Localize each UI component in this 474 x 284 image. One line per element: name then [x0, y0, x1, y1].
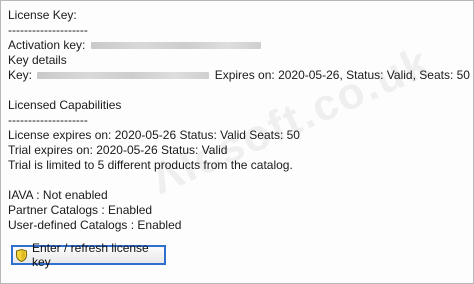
- license-key-heading: License Key:: [8, 8, 77, 22]
- license-info-panel: ΛΙcsoft.co.uk License Key: -------------…: [0, 0, 474, 284]
- enter-refresh-license-key-label: Enter / refresh license key: [32, 241, 149, 269]
- key-details-text: Expires on: 2020-05-26, Status: Valid, S…: [214, 68, 470, 82]
- licensed-capabilities-heading: Licensed Capabilities: [8, 98, 122, 112]
- separator: --------------------: [8, 113, 88, 127]
- separator: --------------------: [8, 23, 88, 37]
- activation-key-row: Activation key:: [8, 38, 263, 53]
- key-row: Key: Expires on: 2020-05-26, Status: Val…: [8, 68, 470, 83]
- key-label: Key:: [8, 68, 33, 82]
- activation-key-label: Activation key:: [8, 38, 86, 52]
- watermark: ΛΙcsoft.co.uk: [143, 37, 438, 204]
- trial-limit-text: Trial is limited to 5 different products…: [8, 158, 293, 172]
- license-expires-text: License expires on: 2020-05-26 Status: V…: [8, 128, 300, 142]
- key-value-redacted: [37, 72, 210, 80]
- trial-expires-text: Trial expires on: 2020-05-26 Status: Val…: [8, 143, 228, 157]
- user-defined-catalogs-status: User-defined Catalogs : Enabled: [8, 218, 182, 232]
- iava-status: IAVA : Not enabled: [8, 188, 108, 202]
- enter-refresh-license-key-button[interactable]: Enter / refresh license key: [11, 241, 166, 269]
- shield-icon: [16, 248, 27, 262]
- key-details-heading: Key details: [8, 53, 67, 67]
- activation-key-value-redacted: [90, 42, 261, 50]
- partner-catalogs-status: Partner Catalogs : Enabled: [8, 203, 153, 217]
